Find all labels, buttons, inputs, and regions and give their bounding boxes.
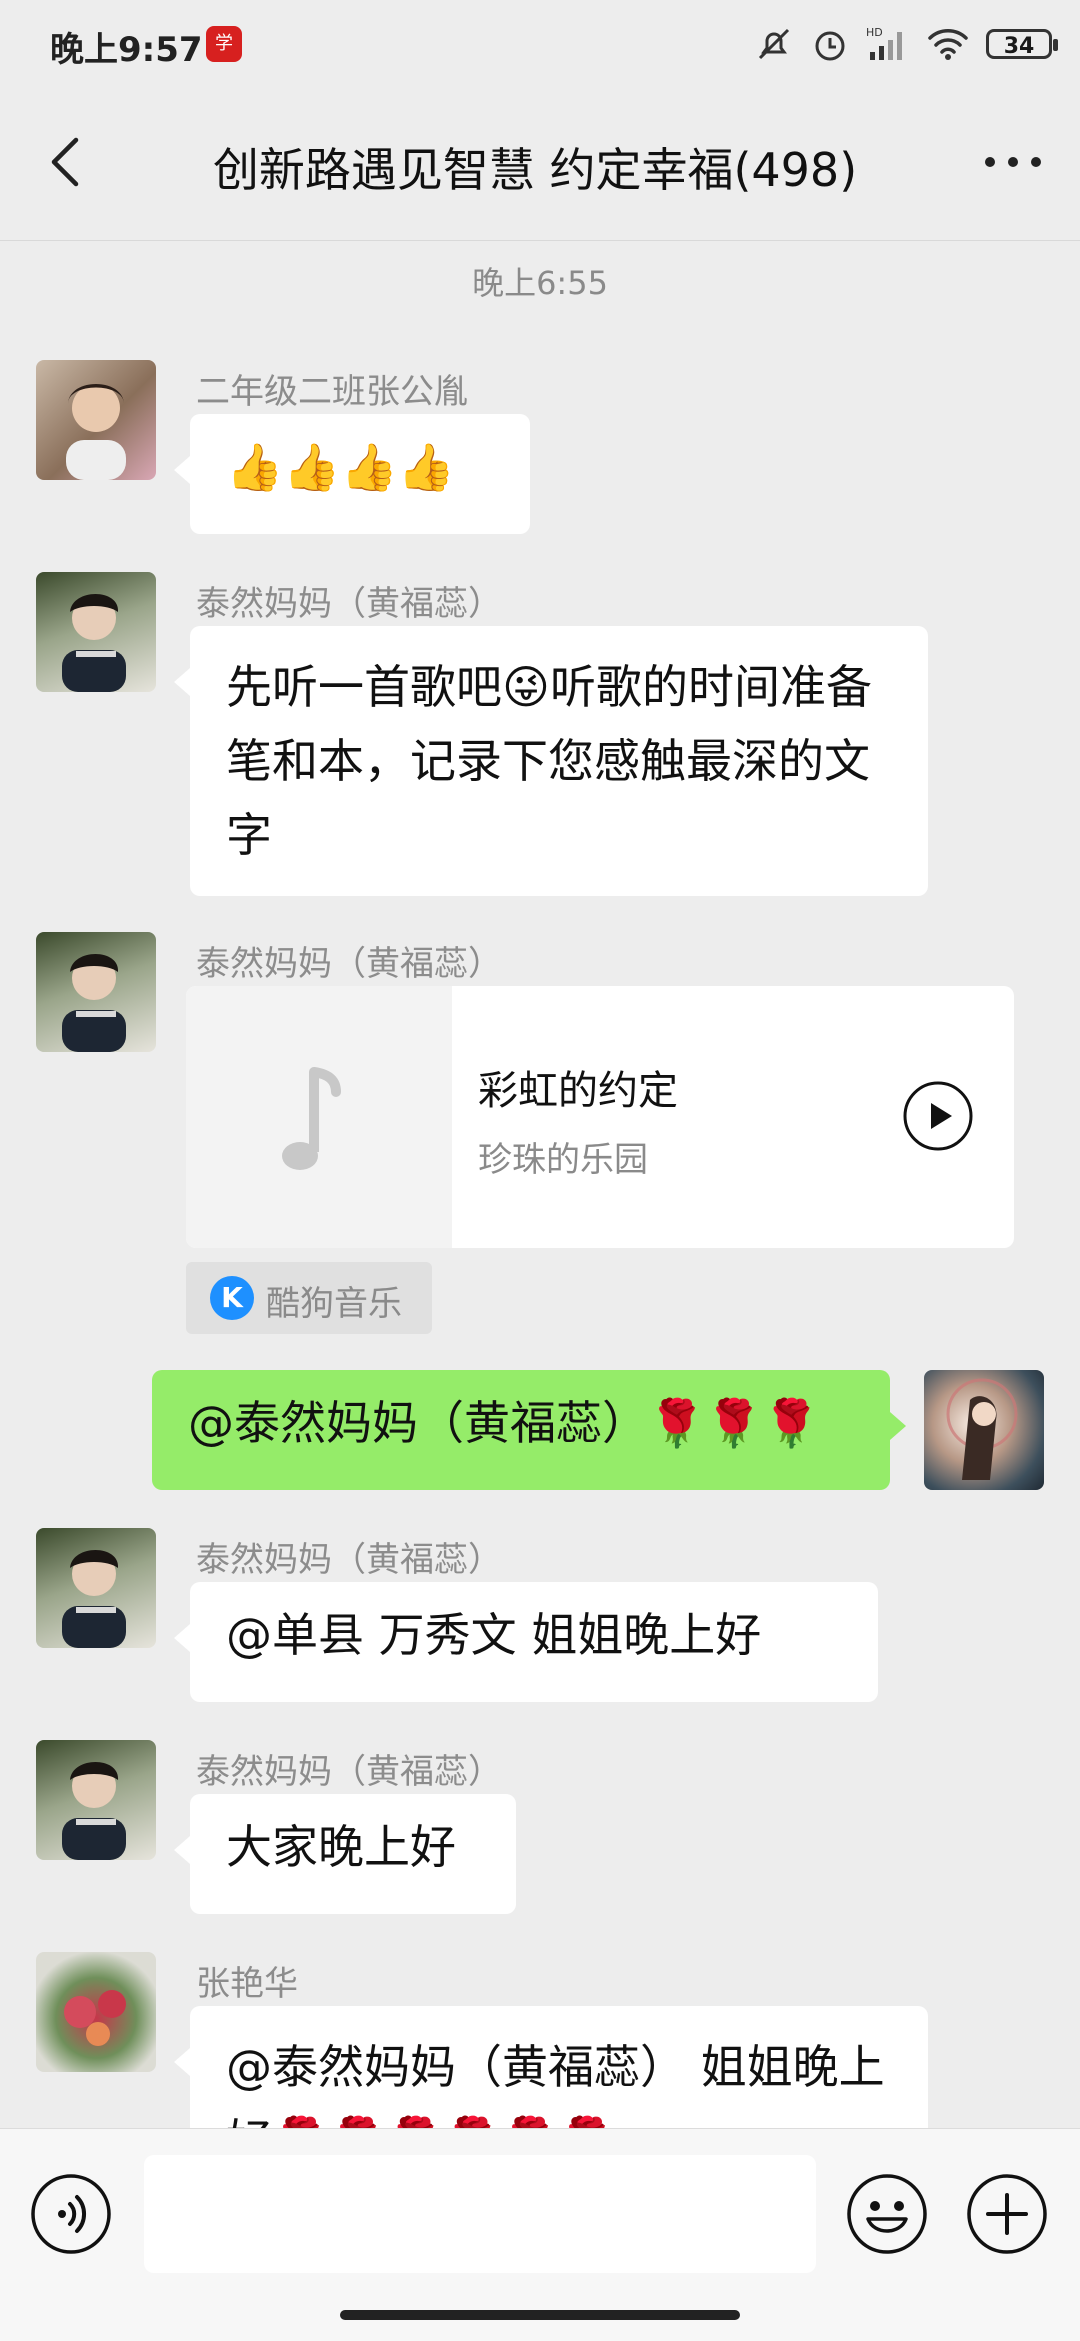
kugou-icon: K xyxy=(210,1276,254,1320)
home-indicator[interactable] xyxy=(340,2310,740,2320)
song-title: 彩虹的约定 xyxy=(478,1068,678,1114)
chat-title: 创新路遇见智慧 约定幸福(498) xyxy=(212,143,858,197)
plus-icon[interactable] xyxy=(966,2173,1048,2255)
message-item: 张艳华 @泰然妈妈（黄福蕊） 姐姐晚上好🌹🌹🌹🌹🌹🌹 xyxy=(0,1952,1080,2128)
message-bubble[interactable]: @单县 万秀文 姐姐晚上好 xyxy=(174,1582,878,1702)
message-timestamp: 晚上6:55 xyxy=(472,264,608,302)
message-input[interactable] xyxy=(144,2155,816,2273)
status-icons: HD 34 xyxy=(754,22,1058,66)
sender-name: 二年级二班张公胤 xyxy=(196,372,468,412)
avatar[interactable] xyxy=(36,572,156,692)
chat-header: 创新路遇见智慧 约定幸福(498) xyxy=(0,90,1080,241)
music-card[interactable]: 彩虹的约定 珍珠的乐园 xyxy=(186,986,1014,1248)
sender-name: 张艳华 xyxy=(196,1964,298,2004)
avatar[interactable] xyxy=(36,360,156,480)
chevron-left-icon[interactable] xyxy=(38,132,98,192)
wifi-icon xyxy=(928,29,968,60)
alarm-icon xyxy=(815,31,845,61)
music-note-icon xyxy=(282,1067,341,1170)
avatar[interactable] xyxy=(36,1528,156,1648)
voice-icon[interactable] xyxy=(30,2173,112,2255)
battery-icon: 34 xyxy=(986,29,1058,59)
svg-text:HD: HD xyxy=(866,26,883,39)
music-thumbnail xyxy=(186,986,452,1248)
avatar[interactable] xyxy=(36,1952,156,2072)
sender-name: 泰然妈妈（黄福蕊） xyxy=(196,1752,502,1792)
message-bubble[interactable]: @泰然妈妈（黄福蕊）🌹🌹🌹 xyxy=(152,1370,906,1490)
more-dots-icon[interactable] xyxy=(980,134,1046,190)
sender-name: 泰然妈妈（黄福蕊） xyxy=(196,944,502,984)
message-bubble[interactable]: 先听一首歌吧😜听歌的时间准备笔和本，记录下您感触最深的文字 xyxy=(174,626,928,896)
mute-icon xyxy=(758,28,790,60)
music-source-tag[interactable]: K 酷狗音乐 xyxy=(186,1262,432,1334)
sender-name: 泰然妈妈（黄福蕊） xyxy=(196,1540,502,1580)
sender-name: 泰然妈妈（黄福蕊） xyxy=(196,584,502,624)
status-bar: 晚上9:57 学 HD 34 xyxy=(0,0,1080,90)
message-bubble[interactable]: 大家晚上好 xyxy=(174,1794,516,1914)
message-bubble[interactable]: 👍👍👍👍 xyxy=(174,414,530,534)
signal-icon: HD xyxy=(866,26,902,60)
play-icon[interactable] xyxy=(902,1080,974,1152)
song-artist: 珍珠的乐园 xyxy=(478,1140,648,1180)
app-notification-icon: 学 xyxy=(206,26,242,62)
emoji-icon[interactable] xyxy=(846,2173,928,2255)
status-time: 晚上9:57 xyxy=(50,30,203,70)
avatar[interactable] xyxy=(924,1370,1044,1490)
avatar[interactable] xyxy=(36,1740,156,1860)
avatar[interactable] xyxy=(36,932,156,1052)
message-bubble[interactable]: @泰然妈妈（黄福蕊） 姐姐晚上好🌹🌹🌹🌹🌹🌹 xyxy=(174,2006,928,2128)
music-source-name: 酷狗音乐 xyxy=(266,1284,402,1324)
